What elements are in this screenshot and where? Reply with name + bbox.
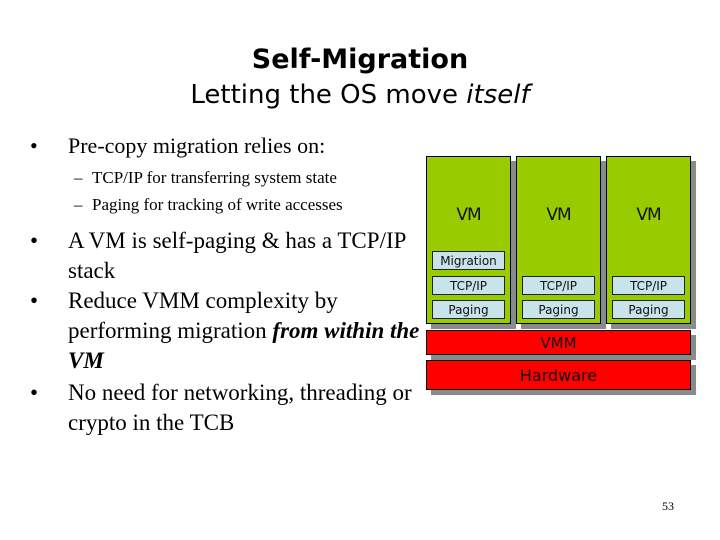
subbullet-text: Paging for tracking of write accesses (92, 195, 343, 214)
bullet-self-paging: • A VM is self-paging & has a TCP/IP stac… (30, 226, 420, 283)
vm-box-1: VM (426, 156, 511, 324)
subbullet-paging: – Paging for tracking of write accesses (74, 195, 343, 215)
vmm-layer: VMM (426, 330, 691, 355)
layer-paging: Paging (522, 300, 595, 319)
layer-tcpip: TCP/IP (522, 276, 595, 295)
bullet-reduce-complexity: • Reduce VMM complexity by performing mig… (30, 286, 420, 373)
bullet-text: A VM is self-paging & has a TCP/IP stack (68, 228, 406, 283)
layer-migration: Migration (432, 251, 505, 270)
bullet-text: No need for networking, threading or cry… (68, 380, 412, 435)
bullet-no-networking: • No need for networking, threading or cr… (30, 378, 420, 435)
bullet-icon: • (30, 228, 39, 253)
hardware-layer: Hardware (426, 360, 691, 390)
dash-icon: – (74, 168, 83, 187)
layer-tcpip: TCP/IP (432, 276, 505, 295)
bullet-icon: • (30, 380, 39, 405)
layer-tcpip: TCP/IP (612, 276, 685, 295)
page-number: 53 (662, 499, 674, 513)
vm-box-2: VM (516, 156, 601, 324)
bullet-icon: • (30, 288, 39, 313)
vm-label: VM (456, 205, 481, 225)
vm-box-3: VM (606, 156, 691, 324)
layer-paging: Paging (612, 300, 685, 319)
subbullet-text: TCP/IP for transferring system state (92, 168, 337, 187)
subtitle-emphasis: itself (466, 80, 530, 110)
bullet-text: Reduce VMM complexity by performing migr… (68, 286, 428, 376)
dash-icon: – (74, 195, 83, 214)
vm-label: VM (546, 205, 571, 225)
slide-title: Self-Migration (251, 44, 469, 75)
slide-subtitle: Letting the OS move itself (0, 80, 720, 110)
bullet-text: Pre-copy migration relies on: (68, 133, 326, 158)
subtitle-text: Letting the OS move (190, 80, 467, 110)
bullet-precopy: • Pre-copy migration relies on: (30, 133, 325, 159)
subbullet-tcpip: – TCP/IP for transferring system state (74, 168, 337, 188)
bullet-icon: • (30, 133, 38, 158)
vm-label: VM (636, 205, 661, 225)
layer-paging: Paging (432, 300, 505, 319)
